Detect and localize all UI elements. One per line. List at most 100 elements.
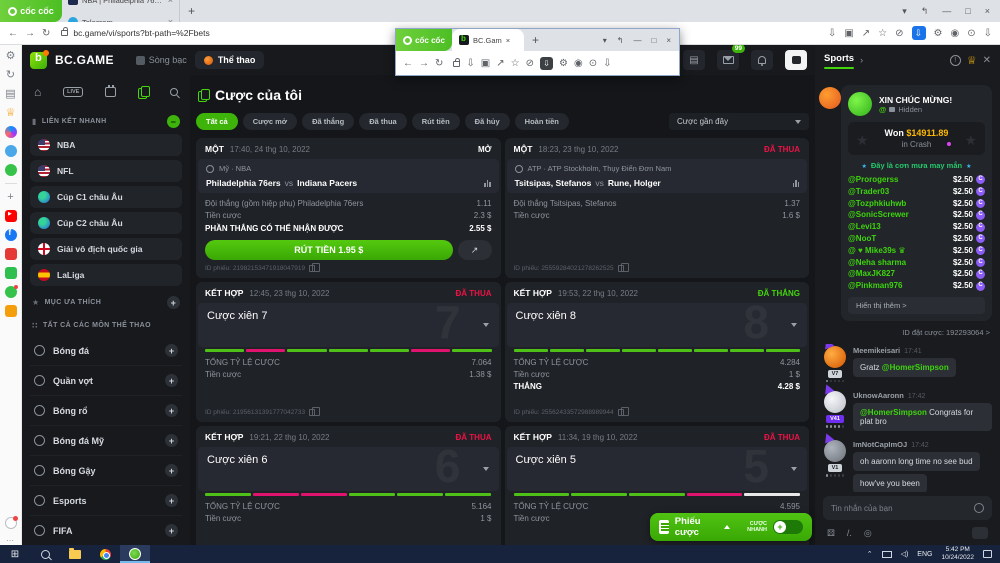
wallet-button[interactable]: ▤ [683, 50, 705, 70]
facebook-icon[interactable] [5, 229, 17, 241]
download-page-icon[interactable]: ⇩ [466, 58, 474, 69]
chat-input[interactable]: Tin nhắn của bạn [823, 496, 992, 520]
extension-bell-icon[interactable]: ⚙ [559, 58, 568, 69]
window-close-button[interactable]: × [666, 36, 671, 45]
expand-sport-button[interactable]: + [165, 404, 178, 417]
mail-button[interactable]: 99 [717, 50, 739, 70]
expand-legs-icon[interactable] [791, 467, 797, 471]
downloads-tray-icon[interactable]: ⇩ [603, 58, 611, 69]
add-favorite-button[interactable]: + [167, 296, 180, 309]
rules-icon[interactable]: /. [847, 528, 852, 538]
expand-sport-button[interactable]: + [165, 464, 178, 477]
message-username[interactable]: Meemikeisari [853, 346, 900, 355]
schedule-icon[interactable] [105, 87, 116, 97]
copy-icon[interactable] [309, 409, 315, 416]
quick-link-item[interactable]: NFL [30, 160, 182, 182]
chat-toggle-button[interactable] [785, 50, 807, 70]
winner-username[interactable]: @Levi13 [848, 221, 881, 233]
reading-list-icon[interactable]: ▤ [5, 88, 15, 100]
gift-icon[interactable] [5, 267, 17, 279]
coccoc-brand-button[interactable]: cốc cốc [396, 29, 452, 51]
filter-pill[interactable]: Rút tiền [412, 113, 460, 130]
mention[interactable]: @HomerSimpson [860, 408, 927, 417]
message-username[interactable]: UknowAaronn [853, 391, 904, 400]
winner-username[interactable]: @Pinkman976 [848, 280, 903, 292]
live-icon[interactable]: LIVE [63, 87, 83, 97]
rain-bet-id-link[interactable]: ID đặt cược: 192293064 > [815, 321, 1000, 344]
filter-pill[interactable]: Đã thua [359, 113, 407, 130]
expand-legs-icon[interactable] [483, 323, 489, 327]
more-icon[interactable]: ⋯ [6, 536, 15, 545]
tab-close-icon[interactable]: × [168, 0, 173, 5]
download-manager-icon[interactable]: ⇩ [540, 57, 553, 70]
restore-tab-icon[interactable]: ↰ [617, 36, 624, 45]
tab-close-icon[interactable]: × [506, 36, 510, 45]
coccoc-taskbar-button[interactable] [120, 545, 150, 563]
message-username[interactable]: ImNotCapImOJ [853, 440, 907, 449]
games-icon[interactable] [5, 164, 17, 176]
dice-bet-icon[interactable]: ⚄ [827, 528, 835, 539]
sport-item[interactable]: Bóng Gậy + [30, 456, 182, 486]
profiles-icon[interactable]: ◉ [950, 28, 959, 39]
bcgame-logo-icon[interactable] [30, 52, 47, 69]
my-bets-icon[interactable] [138, 86, 148, 98]
filter-pill[interactable]: Đã thắng [302, 113, 354, 130]
window-minimize-button[interactable]: — [633, 36, 641, 45]
sort-dropdown[interactable]: Cược gần đây [669, 113, 809, 130]
window-maximize-button[interactable]: □ [965, 6, 970, 16]
combo-box[interactable]: Cược xiên 6 6 [198, 447, 499, 491]
avatar[interactable] [824, 346, 846, 368]
nav-casino[interactable]: Sòng bạc [136, 55, 187, 65]
send-button[interactable] [972, 527, 988, 539]
bookmark-star-icon[interactable]: ☆ [511, 58, 520, 69]
sport-item[interactable]: Quần vợt + [30, 366, 182, 396]
twitter-icon[interactable] [5, 145, 17, 157]
settings-gear-icon[interactable]: ⚙ [6, 50, 16, 62]
translate-icon[interactable]: ▣ [844, 28, 853, 39]
quick-link-item[interactable]: Cúp C2 châu Âu [30, 212, 182, 234]
avatar[interactable] [824, 440, 846, 462]
winner-username[interactable]: @NooT [848, 233, 876, 245]
winner-username[interactable]: @SonicScrewer [848, 209, 909, 221]
messenger-icon[interactable] [5, 126, 17, 138]
expand-sport-button[interactable]: + [165, 494, 178, 507]
match-box[interactable]: Mỹ · NBA Philadelphia 76ers vs Indiana P… [198, 159, 499, 193]
forward-icon[interactable]: → [25, 28, 35, 39]
sport-item[interactable]: Esports + [30, 486, 182, 516]
account-icon[interactable]: ⊙ [589, 58, 597, 69]
copy-icon[interactable] [618, 265, 624, 272]
window-minimize-button[interactable]: — [942, 6, 951, 16]
bcgame-logo-text[interactable]: BC.GAME [55, 53, 114, 67]
expand-sport-button[interactable]: + [165, 344, 178, 357]
tab-search-icon[interactable]: ▾ [902, 6, 907, 17]
share-icon[interactable]: ↗ [496, 58, 504, 69]
expand-legs-icon[interactable] [483, 467, 489, 471]
download-manager-icon[interactable]: ⇩ [912, 26, 926, 40]
chat-tab-sports[interactable]: Sports [824, 53, 854, 67]
add-shortcut-icon[interactable]: + [7, 191, 13, 203]
quick-link-item[interactable]: LaLiga [30, 264, 182, 286]
popup-tab[interactable]: BC.Gam × [452, 29, 524, 51]
expand-sport-button[interactable]: + [165, 374, 178, 387]
browser-tab[interactable]: NBA | Philadelphia 76ers vs I × [62, 0, 180, 11]
expand-legs-icon[interactable] [791, 323, 797, 327]
betslip-button[interactable]: Phiếu cược CƯỢC NHANH [650, 513, 812, 541]
sport-item[interactable]: FIFA + [30, 516, 182, 545]
youtube-icon[interactable] [5, 210, 17, 222]
notifications-button[interactable] [751, 50, 773, 70]
quick-link-item[interactable]: Cúp C1 châu Âu [30, 186, 182, 208]
match-box[interactable]: ATP · ATP Stockholm, Thụy Điển Đơn Nam T… [507, 159, 808, 193]
winner-username[interactable]: @Prorogerss [848, 174, 898, 186]
account-icon[interactable]: ⊙ [967, 28, 975, 39]
tab-search-icon[interactable]: ▾ [603, 36, 607, 45]
reload-icon[interactable]: ↻ [435, 58, 443, 69]
window-close-button[interactable]: × [985, 6, 990, 16]
quick-link-item[interactable]: Giải vô địch quốc gia [30, 238, 182, 260]
cashout-button[interactable]: RÚT TIỀN 1.95 $ [205, 240, 453, 260]
bookmark-star-icon[interactable]: ☆ [878, 28, 887, 39]
nav-sports[interactable]: Thể thao [195, 51, 265, 69]
coin-drop-icon[interactable]: ◎ [864, 528, 872, 539]
combo-box[interactable]: Cược xiên 8 8 [507, 303, 808, 347]
coccoc-brand-button[interactable]: cốc cốc [0, 0, 62, 22]
filter-pill[interactable]: Tất cả [196, 113, 238, 130]
